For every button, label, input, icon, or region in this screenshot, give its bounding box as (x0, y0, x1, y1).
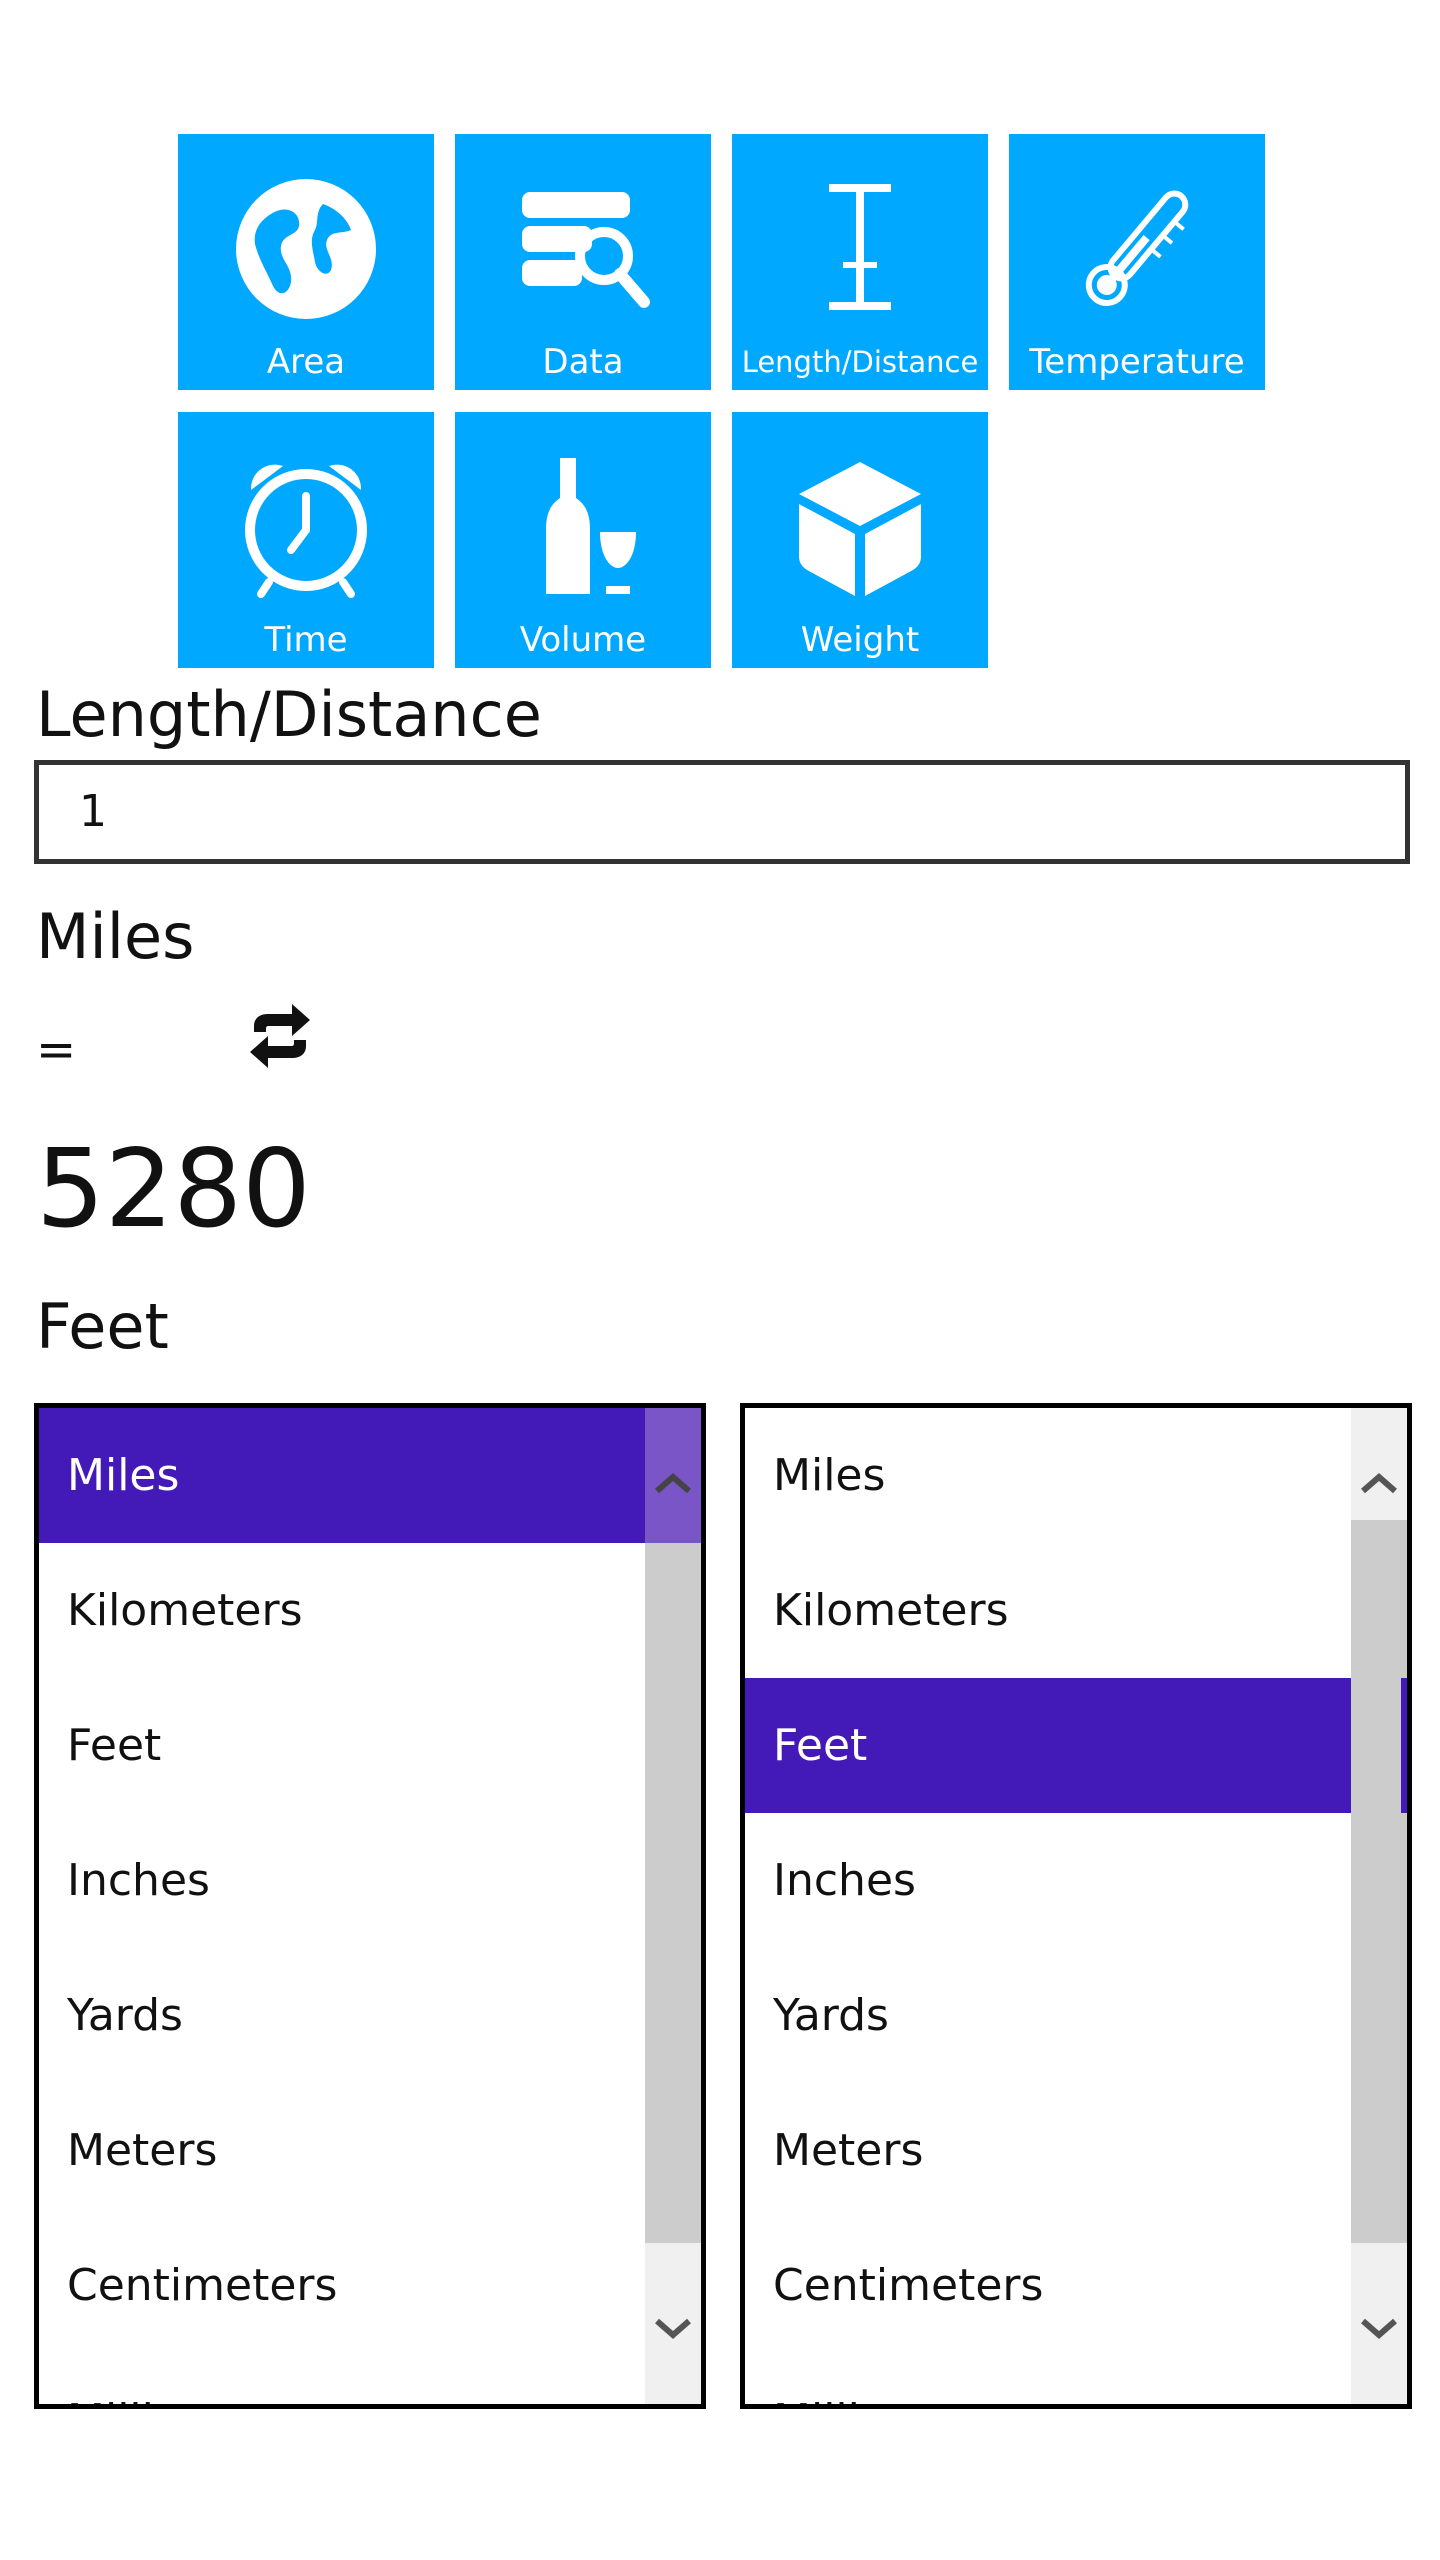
list-item[interactable]: Kilometers (39, 1543, 645, 1678)
tile-length-distance[interactable]: Length/Distance (732, 134, 988, 390)
tile-label: Weight (800, 620, 920, 660)
tile-area[interactable]: Area (178, 134, 434, 390)
swap-icon (250, 1004, 310, 1068)
scroll-up-button[interactable] (645, 1448, 701, 1518)
chevron-down-icon (655, 2318, 691, 2339)
list-item[interactable]: Yards (39, 1948, 645, 2083)
to-unit-label: Feet (36, 1290, 169, 1363)
from-unit-list[interactable]: Miles Kilometers Feet Inches Yards Meter… (34, 1403, 706, 2409)
scroll-down-button[interactable] (1351, 2294, 1407, 2364)
category-title: Length/Distance (36, 678, 542, 751)
chevron-down-icon (1361, 2318, 1397, 2339)
list-item[interactable]: Centimeters (39, 2218, 645, 2353)
equals-sign: = (36, 1022, 77, 1078)
list-item[interactable]: Feet (39, 1678, 645, 1813)
list-item[interactable]: Centimeters (745, 2218, 1351, 2353)
tile-time[interactable]: Time (178, 412, 434, 668)
tile-label: Length/Distance (741, 345, 979, 379)
list-item[interactable]: Miles (39, 1408, 645, 1543)
value-input[interactable]: 1 (34, 760, 1410, 864)
list-item[interactable]: Inches (39, 1813, 645, 1948)
tile-data[interactable]: Data (455, 134, 711, 390)
list-item[interactable]: Meters (39, 2083, 645, 2218)
length-icon (732, 174, 988, 324)
list-item[interactable]: Inches (745, 1813, 1351, 1948)
tile-weight[interactable]: Weight (732, 412, 988, 668)
tile-label: Area (266, 342, 346, 382)
tile-volume[interactable]: Volume (455, 412, 711, 668)
scrollbar[interactable] (645, 1408, 701, 2404)
list-item[interactable]: Meters (745, 2083, 1351, 2218)
list-item[interactable]: Feet (745, 1678, 1351, 1813)
from-unit-rows: Miles Kilometers Feet Inches Yards Meter… (39, 1408, 645, 2404)
list-item[interactable]: Yards (745, 1948, 1351, 2083)
scroll-up-button[interactable] (1351, 1448, 1407, 1518)
scroll-down-button[interactable] (645, 2294, 701, 2364)
scrollbar-selection-marker (1401, 1678, 1407, 1813)
globe-icon (178, 174, 434, 324)
tile-temperature[interactable]: Temperature (1009, 134, 1265, 390)
bottle-glass-icon (455, 452, 711, 602)
scrollbar-thumb[interactable] (1351, 1520, 1407, 2243)
list-item[interactable]: Millimeters (745, 2353, 1351, 2404)
swap-button[interactable] (248, 1000, 312, 1072)
alarm-clock-icon (178, 452, 434, 602)
cube-icon (732, 452, 988, 602)
thermometer-icon (1009, 174, 1265, 324)
tile-label: Volume (519, 620, 647, 660)
scrollbar[interactable] (1351, 1408, 1407, 2404)
result-value: 5280 (36, 1127, 311, 1252)
tile-label: Time (264, 620, 348, 660)
tile-label: Data (542, 342, 624, 382)
chevron-up-icon (655, 1473, 691, 1494)
data-search-icon (455, 174, 711, 324)
list-item[interactable]: Kilometers (745, 1543, 1351, 1678)
chevron-up-icon (1361, 1473, 1397, 1494)
to-unit-rows: Miles Kilometers Feet Inches Yards Meter… (745, 1408, 1351, 2404)
list-item[interactable]: Miles (745, 1408, 1351, 1543)
list-item[interactable]: Millimeters (39, 2353, 645, 2404)
to-unit-list[interactable]: Miles Kilometers Feet Inches Yards Meter… (740, 1403, 1412, 2409)
tile-label: Temperature (1029, 342, 1245, 382)
from-unit-label: Miles (36, 900, 195, 973)
